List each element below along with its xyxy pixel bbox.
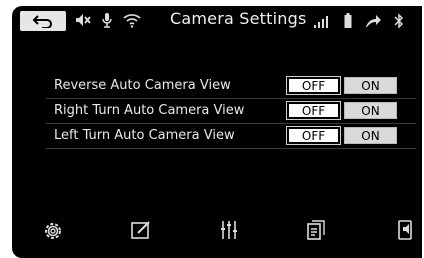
off-button[interactable]: OFF bbox=[287, 102, 340, 119]
setting-row-right-turn: Right Turn Auto Camera View OFF ON bbox=[46, 101, 416, 124]
status-icons-left bbox=[75, 12, 141, 28]
back-button[interactable] bbox=[20, 11, 66, 31]
setting-row-left-turn: Left Turn Auto Camera View OFF ON bbox=[46, 126, 416, 149]
wifi-icon bbox=[123, 12, 141, 28]
bluetooth-icon bbox=[394, 13, 404, 29]
toggle-group: OFF ON bbox=[287, 102, 397, 119]
equalizer-icon[interactable] bbox=[220, 220, 238, 240]
bottom-bar bbox=[12, 220, 422, 250]
edit-icon[interactable] bbox=[130, 220, 152, 240]
microphone-icon bbox=[101, 12, 113, 28]
setting-label: Left Turn Auto Camera View bbox=[54, 128, 235, 143]
settings-list: Reverse Auto Camera View OFF ON Right Tu… bbox=[46, 76, 416, 149]
status-icons-right bbox=[314, 13, 404, 29]
charging-icon bbox=[364, 13, 382, 29]
signal-icon bbox=[314, 14, 332, 28]
off-button[interactable]: OFF bbox=[287, 77, 340, 94]
mute-icon bbox=[75, 13, 91, 27]
gear-icon[interactable] bbox=[42, 220, 64, 242]
document-icon[interactable] bbox=[307, 220, 325, 240]
status-bar: Camera Settings bbox=[12, 6, 422, 36]
toggle-group: OFF ON bbox=[287, 77, 397, 94]
screen: Camera Settings Reverse Auto Camera View… bbox=[12, 6, 422, 258]
phone-mirror-icon[interactable] bbox=[396, 220, 416, 240]
setting-label: Reverse Auto Camera View bbox=[54, 78, 231, 93]
on-button[interactable]: ON bbox=[344, 127, 397, 144]
setting-label: Right Turn Auto Camera View bbox=[54, 103, 245, 118]
page-title: Camera Settings bbox=[170, 9, 307, 28]
back-arrow-icon bbox=[32, 14, 54, 28]
setting-row-reverse: Reverse Auto Camera View OFF ON bbox=[46, 76, 416, 99]
on-button[interactable]: ON bbox=[344, 102, 397, 119]
toggle-group: OFF ON bbox=[287, 127, 397, 144]
off-button[interactable]: OFF bbox=[287, 127, 340, 144]
on-button[interactable]: ON bbox=[344, 77, 397, 94]
battery-icon bbox=[344, 13, 352, 29]
